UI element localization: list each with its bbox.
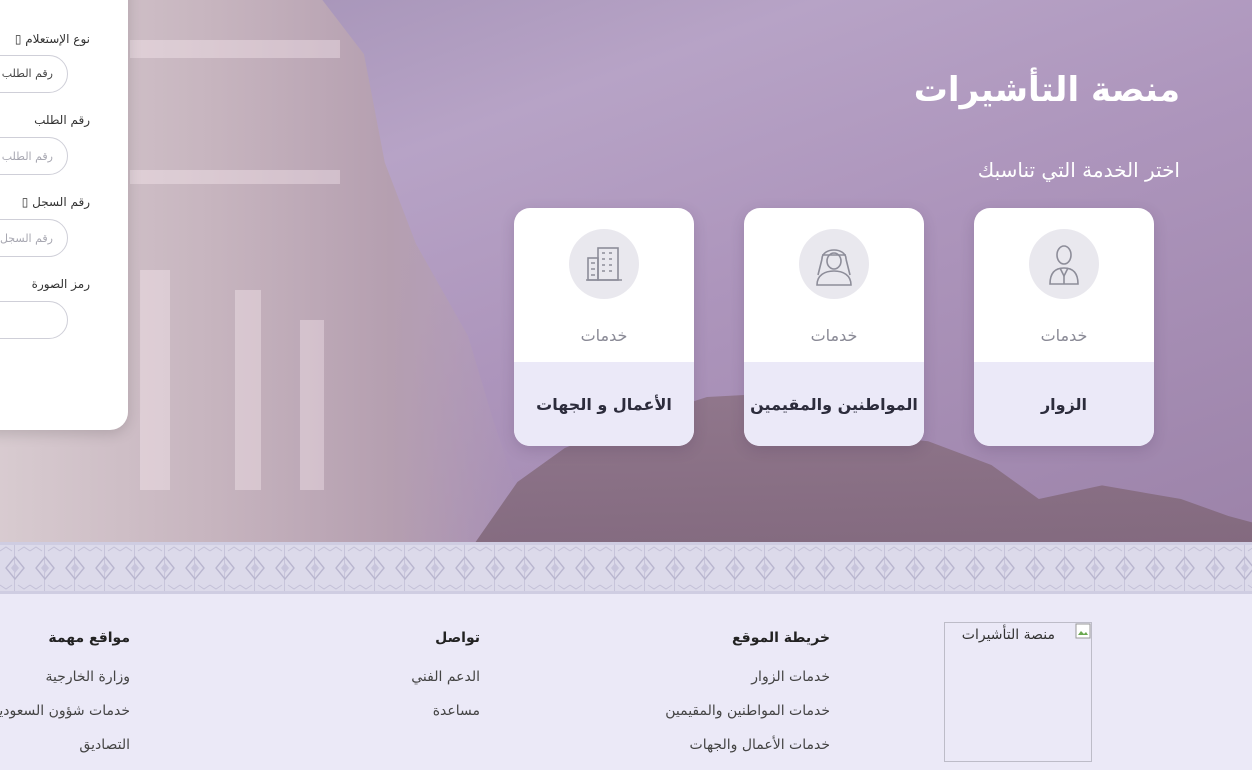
record-number-input[interactable] [0, 219, 68, 257]
footer-logo-image: منصة التأشيرات [944, 622, 1092, 762]
footer-link-saudi-affairs[interactable]: خدمات شؤون السعوديين [0, 702, 130, 736]
usage-type-label: نوع الإستعلام ▯ [14, 32, 90, 46]
captcha-label: رمز الصورة [31, 277, 90, 291]
footer-link-mofa[interactable]: وزارة الخارجية [0, 668, 130, 702]
footer-link-attestation[interactable]: التصاديق [0, 736, 130, 770]
card-label: خدمات [810, 326, 858, 345]
business-service-card[interactable]: خدمات الأعمال و الجهات [514, 208, 694, 446]
footer-link-citizens[interactable]: خدمات المواطنين والمقيمين [610, 702, 830, 736]
request-number-input[interactable] [0, 137, 68, 175]
footer-link-business[interactable]: خدمات الأعمال والجهات [610, 736, 830, 770]
hero-banner: منصة التأشيرات اختر الخدمة التي تناسبك خ… [0, 0, 1252, 542]
card-label: خدمات [1040, 326, 1088, 345]
footer-contact-title: تواصل [435, 630, 480, 646]
citizen-icon [799, 229, 869, 299]
inquiry-form-panel: نوع الإستعلام ▯ رقم الطلب رقم الطلب رقم … [0, 0, 128, 430]
broken-image-icon [1075, 623, 1091, 639]
footer-important-title: مواقع مهمة [48, 630, 130, 646]
footer-important-sites: مواقع مهمة وزارة الخارجية خدمات شؤون الس… [0, 630, 130, 770]
usage-type-select[interactable]: رقم الطلب [0, 55, 68, 93]
footer-logo-alt: منصة التأشيرات [961, 627, 1055, 643]
captcha-input[interactable] [0, 301, 68, 339]
footer-link-visitors[interactable]: خدمات الزوار [610, 668, 830, 702]
footer-link-support[interactable]: الدعم الفني [320, 668, 480, 702]
card-title: الأعمال و الجهات [514, 362, 694, 446]
visitors-service-card[interactable]: خدمات الزوار [974, 208, 1154, 446]
card-title: المواطنين والمقيمين [744, 362, 924, 446]
footer-contact: تواصل الدعم الفني مساعدة [320, 630, 480, 736]
request-number-label: رقم الطلب [34, 113, 90, 127]
footer-link-help[interactable]: مساعدة [320, 702, 480, 736]
footer-sitemap: خريطة الموقع خدمات الزوار خدمات المواطني… [610, 630, 830, 770]
record-number-label: رقم السجل ▯ [21, 195, 90, 209]
building-icon [569, 229, 639, 299]
info-icon: ▯ [14, 32, 22, 46]
page-subtitle: اختر الخدمة التي تناسبك [977, 158, 1180, 182]
info-icon: ▯ [21, 195, 29, 209]
card-title: الزوار [974, 362, 1154, 446]
decorative-pattern-band [0, 542, 1252, 594]
footer-sitemap-title: خريطة الموقع [731, 630, 830, 646]
card-label: خدمات [580, 326, 628, 345]
citizens-service-card[interactable]: خدمات المواطنين والمقيمين [744, 208, 924, 446]
page-title: منصة التأشيرات [913, 70, 1180, 110]
visitor-icon [1029, 229, 1099, 299]
